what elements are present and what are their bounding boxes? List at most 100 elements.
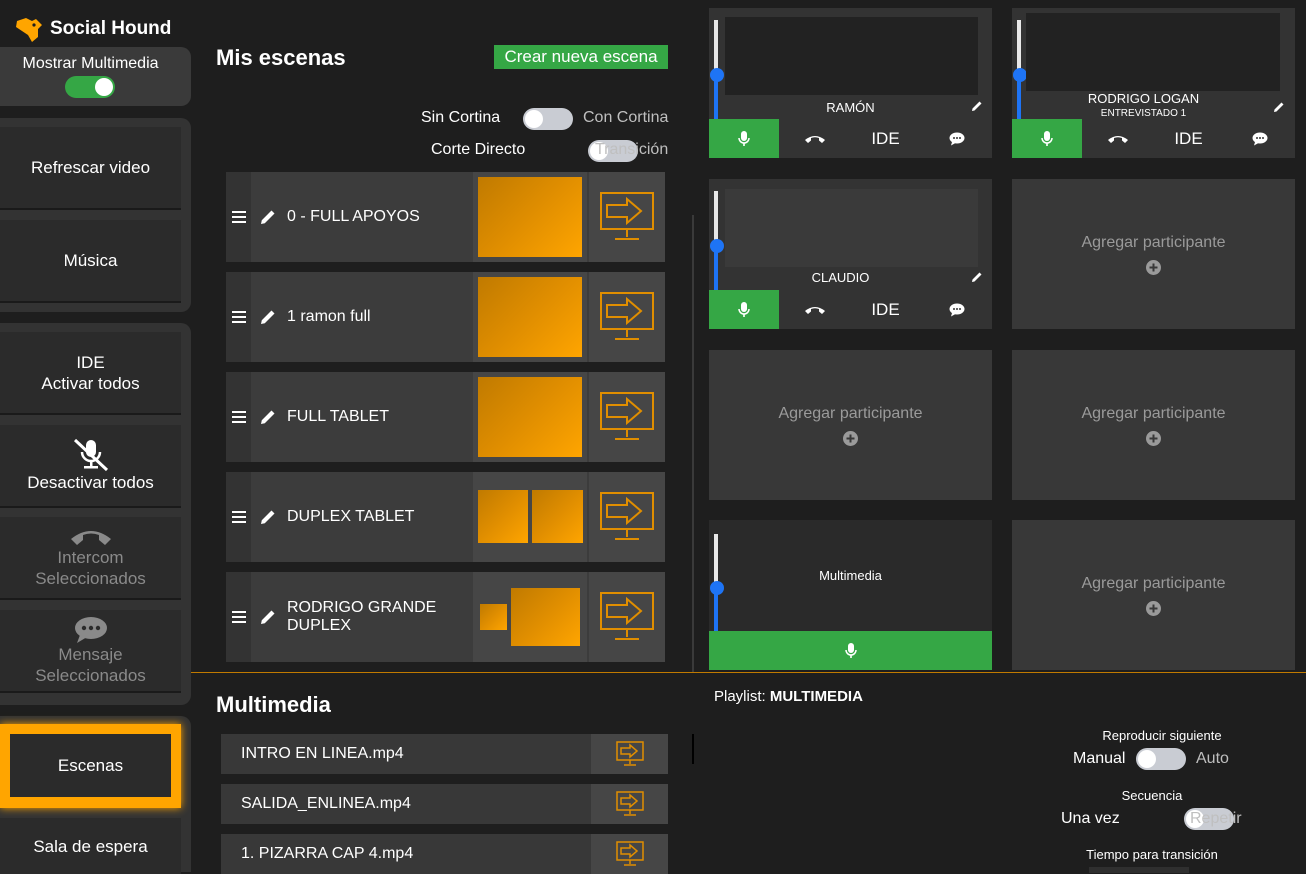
media-file-name: INTRO EN LINEA.mp4: [241, 745, 404, 762]
show-media-toggle[interactable]: [65, 76, 115, 98]
multimedia-scrollbar[interactable]: [692, 734, 694, 764]
edit-pencil-icon[interactable]: [259, 208, 277, 226]
edit-pencil-icon[interactable]: [259, 408, 277, 426]
media-file-row[interactable]: 1. PIZARRA CAP 4.mp4: [221, 834, 668, 874]
phone-icon: [70, 530, 111, 545]
drag-handle-icon[interactable]: [226, 172, 251, 262]
add-participant-label: Agregar participante: [1081, 574, 1226, 592]
scene-item[interactable]: 0 - FULL APOYOS: [226, 172, 665, 262]
create-scene-button[interactable]: Crear nueva escena: [494, 45, 668, 69]
send-to-live-button[interactable]: [589, 472, 665, 562]
edit-pencil-icon[interactable]: [259, 608, 277, 626]
edit-pencil-icon[interactable]: [1273, 101, 1285, 113]
transition-time-input[interactable]: [1089, 867, 1189, 873]
drag-handle-icon[interactable]: [226, 372, 251, 462]
playlist-name: MULTIMEDIA: [769, 688, 863, 705]
mic-button[interactable]: [709, 290, 779, 329]
curtain-on-label: Con Cortina: [583, 109, 669, 126]
add-participant-slot[interactable]: Agregar participante: [1012, 350, 1295, 500]
mic-button[interactable]: [709, 119, 779, 158]
intercom-label: Intercom: [57, 547, 124, 567]
ide-label: IDE: [76, 352, 105, 372]
phone-icon: [804, 135, 825, 143]
scenes-nav-label: Escenas: [57, 756, 124, 775]
ide-button[interactable]: IDE: [850, 290, 921, 329]
call-button[interactable]: [779, 290, 850, 329]
chat-bubble-icon: [74, 616, 107, 643]
edit-pencil-icon[interactable]: [971, 100, 983, 112]
media-file-row[interactable]: INTRO EN LINEA.mp4: [221, 734, 668, 774]
edit-pencil-icon[interactable]: [259, 308, 277, 326]
ide-activate-all-button[interactable]: IDE Activar todos: [0, 332, 181, 415]
scene-item[interactable]: FULL TABLET: [226, 372, 665, 462]
chat-bubble-icon: [1252, 132, 1267, 145]
scene-preview: [473, 172, 587, 262]
participants-actions-group: IDE Activar todos Desactivar todos Inter…: [0, 323, 191, 705]
deactivate-all-button[interactable]: Desactivar todos: [0, 425, 181, 508]
send-to-live-button[interactable]: [589, 572, 665, 662]
intercom-selected-button[interactable]: Intercom Seleccionados: [0, 517, 181, 600]
media-file-row[interactable]: SALIDA_ENLINEA.mp4: [221, 784, 668, 824]
edit-pencil-icon[interactable]: [259, 508, 277, 526]
add-participant-slot[interactable]: Agregar participante: [709, 350, 992, 500]
monitor-arrow-icon: [615, 791, 644, 816]
monitor-arrow-icon: [600, 592, 654, 640]
scene-item[interactable]: 1 ramon full: [226, 272, 665, 362]
mic-icon: [738, 130, 750, 146]
scene-item[interactable]: RODRIGO GRANDE DUPLEX: [226, 572, 665, 662]
next-auto-label: Auto: [1196, 750, 1229, 767]
message-selected-button[interactable]: Mensaje Seleccionados: [0, 610, 181, 693]
drag-handle-icon[interactable]: [226, 572, 251, 662]
scene-preview: [473, 572, 587, 662]
plus-circle-icon: [1146, 430, 1161, 446]
ide-button[interactable]: IDE: [850, 119, 921, 158]
volume-slider[interactable]: [710, 534, 724, 632]
brand-name: Social Hound: [50, 18, 172, 39]
next-play-toggle[interactable]: [1136, 748, 1186, 770]
multimedia-tile: Multimedia: [709, 520, 992, 670]
send-to-live-button[interactable]: [589, 272, 665, 362]
send-to-live-button[interactable]: [589, 372, 665, 462]
play-media-button[interactable]: [591, 734, 668, 774]
scene-name: DUPLEX TABLET: [287, 508, 415, 525]
play-media-button[interactable]: [591, 784, 668, 824]
sequence-once-label: Una vez: [1061, 810, 1120, 827]
multimedia-mic-button[interactable]: [709, 631, 992, 670]
sequence-title: Secuencia: [1121, 788, 1183, 803]
participant-video: [1026, 13, 1280, 91]
waiting-room-nav-button[interactable]: Sala de espera: [0, 818, 181, 874]
edit-pencil-icon[interactable]: [971, 271, 983, 283]
message-button[interactable]: [921, 119, 992, 158]
drag-handle-icon[interactable]: [226, 472, 251, 562]
drag-handle-icon[interactable]: [226, 272, 251, 362]
add-participant-label: Agregar participante: [778, 404, 923, 422]
show-media-group: Mostrar Multimedia: [0, 47, 191, 106]
next-manual-label: Manual: [1073, 750, 1126, 767]
call-button[interactable]: [779, 119, 850, 158]
send-to-live-button[interactable]: [589, 172, 665, 262]
participant-subtitle: ENTREVISTADO 1: [1100, 108, 1187, 119]
scene-name: 0 - FULL APOYOS: [287, 208, 420, 225]
curtain-toggle[interactable]: [523, 108, 573, 130]
scenes-nav-button[interactable]: Escenas: [10, 734, 171, 797]
music-button[interactable]: Música: [0, 220, 181, 303]
ide-button[interactable]: IDE: [1153, 119, 1224, 158]
add-participant-slot[interactable]: Agregar participante: [1012, 179, 1295, 329]
message-button[interactable]: [1224, 119, 1295, 158]
navigation-group: Escenas Sala de espera: [0, 716, 191, 874]
mic-button[interactable]: [1012, 119, 1082, 158]
sidebar: Social Hound Mostrar Multimedia Refresca…: [0, 0, 191, 874]
phone-icon: [804, 306, 825, 314]
add-participant-slot[interactable]: Agregar participante: [1012, 520, 1295, 670]
monitor-arrow-icon: [600, 492, 654, 540]
play-media-button[interactable]: [591, 834, 668, 874]
message-button[interactable]: [921, 290, 992, 329]
participant-name: CLAUDIO: [811, 270, 870, 285]
transition-label: Transición: [595, 141, 669, 158]
refresh-video-button[interactable]: Refrescar video: [0, 127, 181, 210]
curtain-off-label: Sin Cortina: [421, 109, 501, 126]
plus-circle-icon: [1146, 600, 1161, 616]
scene-preview: [473, 372, 587, 462]
call-button[interactable]: [1082, 119, 1153, 158]
scene-item[interactable]: DUPLEX TABLET: [226, 472, 665, 562]
